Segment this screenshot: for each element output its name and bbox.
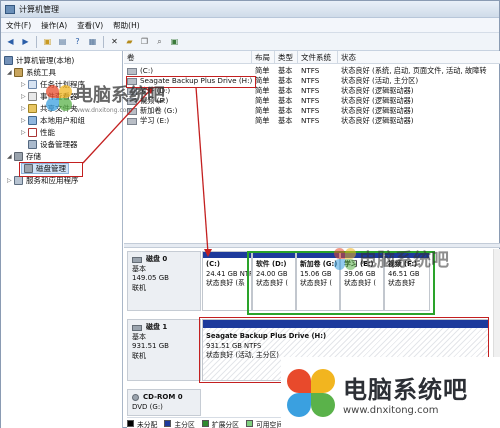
watermark-url: www.dnxitong.com xyxy=(75,107,133,114)
watermark-brand: 电脑系统吧 xyxy=(359,250,449,271)
watermark-brand: 电脑系统吧 xyxy=(343,376,468,404)
brand-logo-icon xyxy=(287,369,335,417)
watermark-top-left: 电脑系统吧 www.dnxitong.com xyxy=(46,81,165,114)
watermark-bottom-right: 电脑系统吧 www.dnxitong.com xyxy=(281,357,500,428)
watermark-url: www.dnxitong.com xyxy=(343,405,439,416)
watermark-mid-right: 电脑系统吧 xyxy=(334,246,449,272)
watermark-brand: 电脑系统吧 xyxy=(75,85,165,106)
arrow-head xyxy=(204,249,212,257)
brand-logo-icon xyxy=(334,248,356,270)
brand-logo-icon xyxy=(46,84,72,111)
arrow-to-disk1 xyxy=(195,86,209,254)
computer-management-window: 计算机管理 文件(F) 操作(A) 查看(V) 帮助(H) ◀ ▶ ▣ ▤ ? … xyxy=(0,0,500,428)
